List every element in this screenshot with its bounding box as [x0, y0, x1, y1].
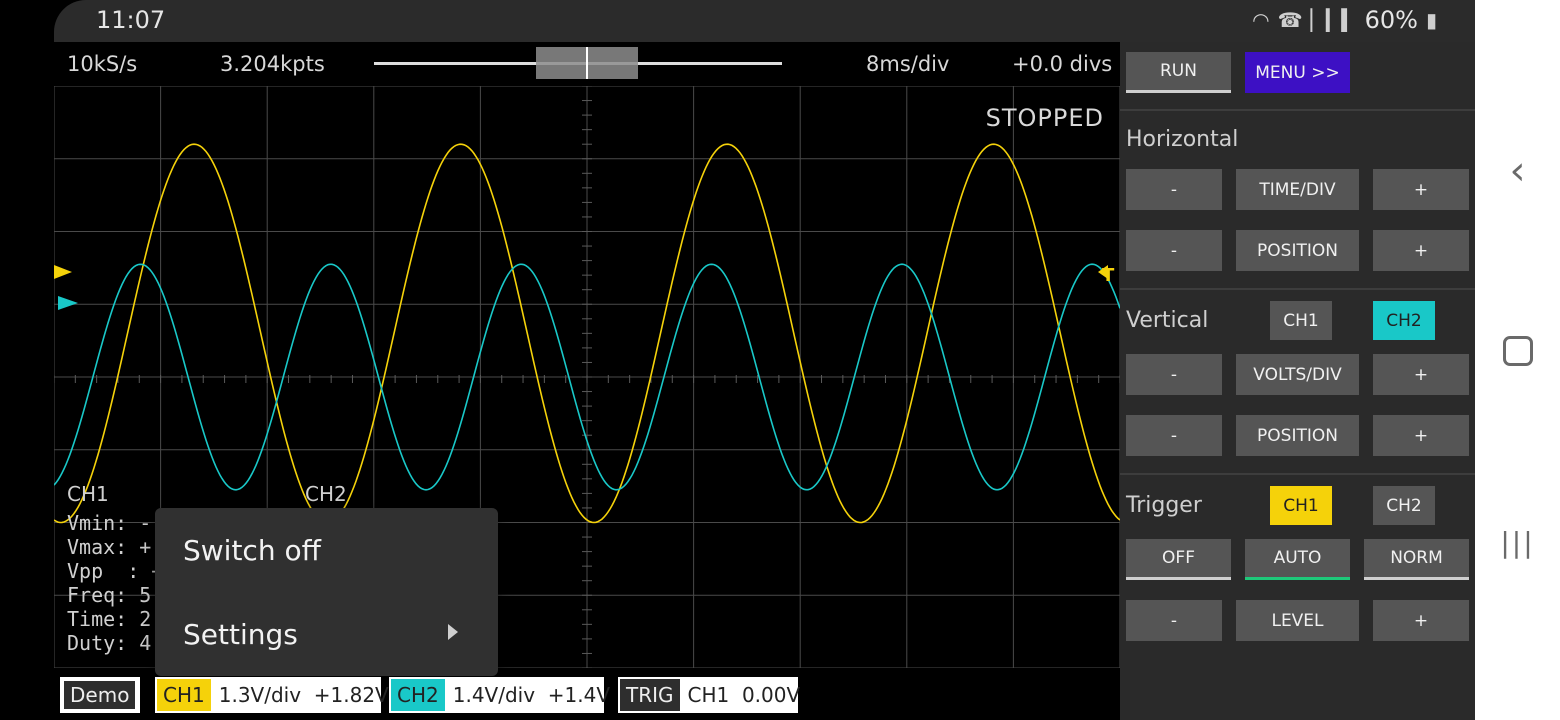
ch1-chip[interactable]: CH1 1.3V/div +1.82V: [155, 677, 389, 713]
meas-ch2-header: CH2: [305, 482, 347, 506]
home-icon[interactable]: [1475, 336, 1560, 366]
battery-percent: 60%: [1364, 6, 1418, 34]
v-position-button[interactable]: POSITION: [1236, 415, 1359, 456]
back-icon[interactable]: ‹: [1475, 148, 1560, 194]
clock: 11:07: [96, 6, 166, 34]
trigger-t-marker: T: [1102, 265, 1115, 286]
ch1-level-marker: [54, 265, 72, 279]
sample-rate: 10kS/s: [67, 52, 138, 76]
ch2-chip-text: 1.4V/div +1.4V: [452, 683, 611, 707]
h-position-plus-button[interactable]: +: [1373, 230, 1469, 271]
meas-ch1-header: CH1: [67, 482, 109, 506]
wifi-icon: ◠: [1252, 8, 1270, 32]
volts-div-minus-button[interactable]: -: [1126, 354, 1222, 395]
signal-icon: ▏▎▍: [1310, 8, 1357, 32]
h-position-minus-button[interactable]: -: [1126, 230, 1222, 271]
time-div-readout: 8ms/div: [866, 52, 950, 76]
volts-div-button[interactable]: VOLTS/DIV: [1236, 354, 1359, 395]
menu-item-switch-off[interactable]: Switch off: [183, 534, 321, 567]
v-position-plus-button[interactable]: +: [1373, 415, 1469, 456]
meas-vpp: Vpp : +: [67, 559, 164, 583]
ch2-chip-tag: CH2: [391, 679, 445, 711]
trigger-title: Trigger: [1126, 493, 1202, 518]
divider: [1120, 288, 1476, 290]
control-panel: RUN MENU >> Horizontal - TIME/DIV + - PO…: [1120, 42, 1476, 720]
ch2-chip[interactable]: CH2 1.4V/div +1.4V: [389, 677, 610, 713]
status-icons: ◠ ☎ ▏▎▍ 60% ▮: [1252, 6, 1437, 34]
demo-label: Demo: [64, 681, 136, 709]
offset-readout: +0.0 divs: [1012, 52, 1113, 76]
recents-icon[interactable]: |||: [1475, 526, 1560, 559]
trigger-ch1-button[interactable]: CH1: [1270, 486, 1332, 525]
meas-vmax: Vmax: +: [67, 535, 152, 559]
vertical-ch1-button[interactable]: CH1: [1270, 301, 1332, 340]
v-position-minus-button[interactable]: -: [1126, 415, 1222, 456]
divider: [1120, 109, 1476, 111]
vertical-ch2-button[interactable]: CH2: [1373, 301, 1435, 340]
slider-center-line: [586, 47, 588, 79]
horizontal-title: Horizontal: [1126, 127, 1239, 152]
context-menu: Switch off Settings: [155, 508, 498, 676]
ch1-chip-text: 1.3V/div +1.82V: [218, 683, 389, 707]
vertical-title: Vertical: [1126, 308, 1209, 333]
demo-chip[interactable]: Demo: [60, 677, 140, 713]
level-minus-button[interactable]: -: [1126, 600, 1222, 641]
trig-chip-text: CH1 0.00V: [687, 683, 801, 707]
battery-icon: ▮: [1425, 8, 1437, 32]
ch1-chip-tag: CH1: [157, 679, 211, 711]
submenu-arrow-icon: [448, 624, 458, 640]
h-position-button[interactable]: POSITION: [1236, 230, 1359, 271]
system-nav-bar: ‹ |||: [1475, 0, 1560, 720]
menu-item-settings[interactable]: Settings: [183, 618, 298, 651]
time-div-button[interactable]: TIME/DIV: [1236, 169, 1359, 210]
menu-button[interactable]: MENU >>: [1245, 52, 1350, 93]
oscilloscope-screen: 11:07 ◠ ☎ ▏▎▍ 60% ▮ 10kS/s 3.204kpts 8ms…: [0, 0, 1476, 720]
trigger-norm-button[interactable]: NORM: [1364, 539, 1469, 580]
meas-freq: Freq: 5: [67, 583, 152, 607]
trigger-off-button[interactable]: OFF: [1126, 539, 1231, 580]
meas-duty: Duty: 4: [67, 631, 152, 655]
status-bar: 11:07 ◠ ☎ ▏▎▍ 60% ▮: [54, 0, 1475, 42]
ch2-level-marker: [58, 296, 78, 310]
level-button[interactable]: LEVEL: [1236, 600, 1359, 641]
trig-chip[interactable]: TRIG CH1 0.00V: [618, 677, 800, 713]
time-div-minus-button[interactable]: -: [1126, 169, 1222, 210]
trig-chip-tag: TRIG: [620, 679, 680, 711]
divider: [1120, 473, 1476, 475]
run-state-label: STOPPED: [985, 104, 1104, 132]
level-plus-button[interactable]: +: [1373, 600, 1469, 641]
trigger-auto-button[interactable]: AUTO: [1245, 539, 1350, 580]
points-count: 3.204kpts: [220, 52, 325, 76]
run-button[interactable]: RUN: [1126, 52, 1231, 93]
time-div-plus-button[interactable]: +: [1373, 169, 1469, 210]
meas-time: Time: 2: [67, 607, 152, 631]
call-icon: ☎: [1277, 8, 1303, 32]
meas-vmin: Vmin: -: [67, 511, 152, 535]
trigger-ch2-button[interactable]: CH2: [1373, 486, 1435, 525]
volts-div-plus-button[interactable]: +: [1373, 354, 1469, 395]
